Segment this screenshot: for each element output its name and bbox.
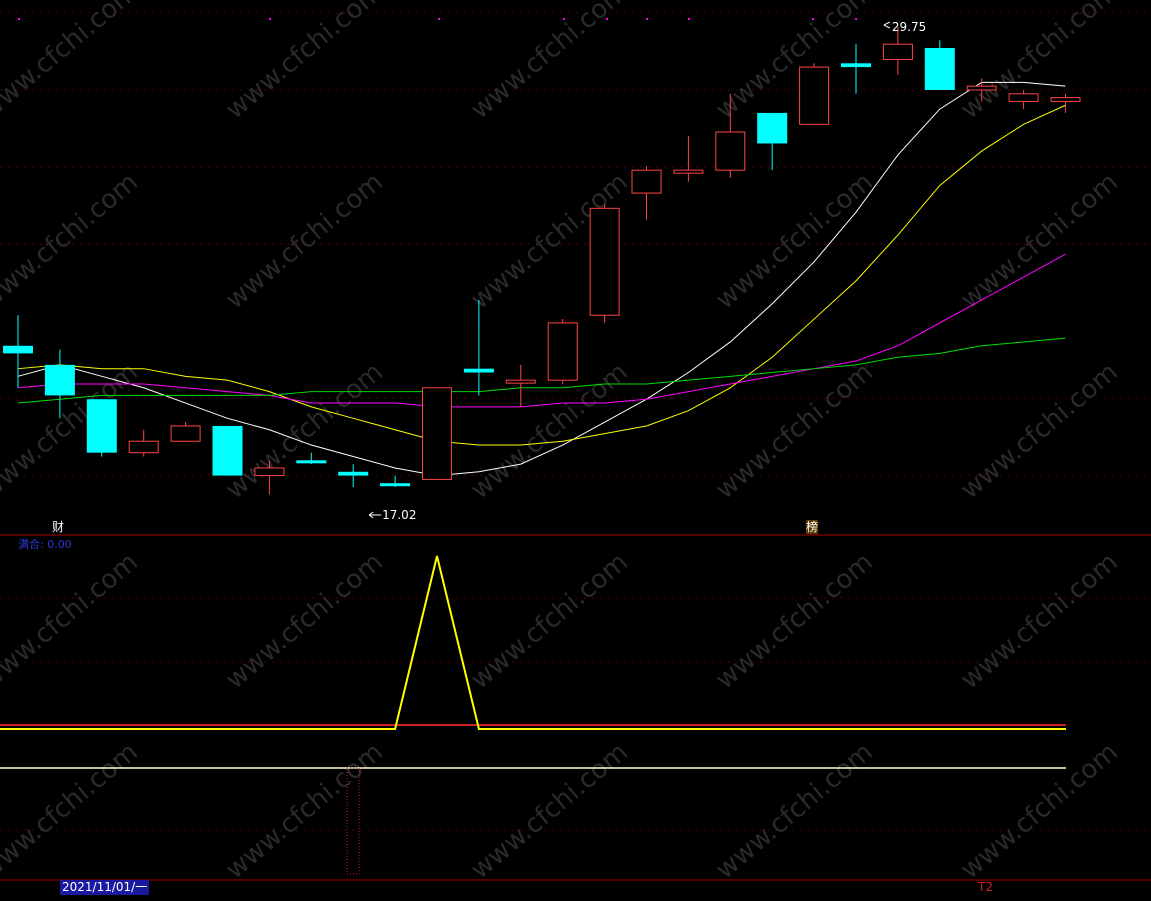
candlestick: [924, 40, 955, 90]
high-price-label: 29.75: [892, 20, 926, 34]
watermark-text: www.cfchi.com: [710, 737, 879, 885]
stock-chart: www.cfchi.com www.cfchi.com www.cfchi.com w…: [0, 0, 1151, 885]
candlestick: [338, 464, 369, 488]
candlestick: [170, 422, 201, 442]
watermark-text: www.cfchi.com: [220, 167, 389, 315]
top-marker-dot: [269, 18, 271, 20]
top-marker-dot: [18, 18, 20, 20]
candle-body: [380, 483, 411, 487]
candle-body: [589, 207, 620, 316]
right-status-label: T2: [978, 880, 993, 894]
watermark-text: www.cfchi.com: [710, 357, 879, 505]
candlestick: [505, 364, 536, 407]
candlestick: [380, 475, 411, 488]
watermarks: www.cfchi.com www.cfchi.com www.cfchi.com w…: [0, 0, 1124, 885]
moving-average-line: [17, 337, 1066, 404]
candlestick: [673, 135, 704, 182]
candlestick: [882, 27, 913, 75]
candlestick: [128, 429, 159, 457]
candle-body: [547, 322, 578, 381]
candle-body: [715, 131, 746, 171]
candlestick: [212, 425, 243, 476]
watermark-text: www.cfchi.com: [465, 547, 634, 695]
watermark-text: www.cfchi.com: [465, 0, 634, 125]
candle-body: [1008, 93, 1039, 102]
candle-body: [924, 47, 955, 90]
top-marker-dot: [688, 18, 690, 20]
candle-body: [212, 425, 243, 476]
moving-average-line: [17, 81, 1066, 477]
candle-body: [505, 379, 536, 384]
candlestick: [3, 315, 33, 388]
candlestick: [631, 166, 662, 220]
watermark-text: www.cfchi.com: [0, 737, 144, 885]
watermark-text: www.cfchi.com: [710, 167, 879, 315]
candlestick: [589, 204, 620, 323]
watermark-text: www.cfchi.com: [465, 737, 634, 885]
candle-body: [254, 467, 285, 477]
candle-body: [882, 43, 913, 60]
watermark-text: www.cfchi.com: [955, 0, 1124, 125]
candle-body: [338, 471, 369, 476]
candle-body: [1050, 97, 1081, 102]
candle-body: [44, 364, 75, 396]
candle-body: [757, 112, 788, 144]
candle-body: [422, 387, 452, 480]
candlestick: [547, 319, 578, 384]
candle-body: [128, 440, 159, 454]
watermark-text: www.cfchi.com: [955, 167, 1124, 315]
candlestick: [799, 63, 830, 125]
candle-body: [3, 345, 33, 354]
candle-body: [673, 169, 704, 174]
moving-average-line: [17, 253, 1066, 408]
candlestick: [841, 44, 871, 94]
watermark-text: www.cfchi.com: [955, 547, 1124, 695]
candle-body: [631, 169, 662, 194]
moving-average-line: [17, 104, 1066, 446]
high-arrow: [883, 21, 891, 29]
indicator-label: 满合: 0.00: [18, 538, 72, 551]
candlestick: [86, 399, 117, 457]
top-marker-dot: [438, 18, 440, 20]
candle-body: [841, 63, 871, 68]
candlestick: [463, 299, 494, 396]
candle-body: [463, 368, 494, 373]
watermark-text: www.cfchi.com: [955, 357, 1124, 505]
grid-lines: [0, 12, 1151, 881]
low-price-label: 17.02: [382, 508, 416, 522]
candlestick: [1008, 89, 1039, 110]
watermark-text: www.cfchi.com: [710, 0, 879, 125]
candle-body: [799, 66, 830, 125]
watermark-text: www.cfchi.com: [0, 0, 144, 125]
candle-body: [86, 399, 117, 453]
candle-body: [966, 85, 997, 91]
watermark-text: www.cfchi.com: [220, 357, 389, 505]
watermark-text: www.cfchi.com: [220, 547, 389, 695]
watermark-text: www.cfchi.com: [0, 547, 144, 695]
ranking-marker[interactable]: 榜: [806, 520, 819, 534]
watermark-text: www.cfchi.com: [220, 0, 389, 125]
finance-marker[interactable]: 财: [52, 520, 64, 534]
watermark-text: www.cfchi.com: [0, 167, 144, 315]
top-marker-dot: [646, 18, 648, 20]
candle-body: [296, 460, 327, 464]
candlestick: [757, 112, 788, 171]
low-arrow: [368, 511, 382, 519]
moving-average-lines: [17, 81, 1066, 477]
watermark-text: www.cfchi.com: [710, 547, 879, 695]
candlestick: [422, 387, 452, 480]
candlestick: [296, 452, 327, 465]
date-label: 2021/11/01/一: [60, 880, 150, 895]
watermark-text: www.cfchi.com: [955, 737, 1124, 885]
price-labels: 29.75 17.02: [368, 20, 926, 522]
watermark-text: www.cfchi.com: [220, 737, 389, 885]
candle-body: [170, 425, 201, 442]
